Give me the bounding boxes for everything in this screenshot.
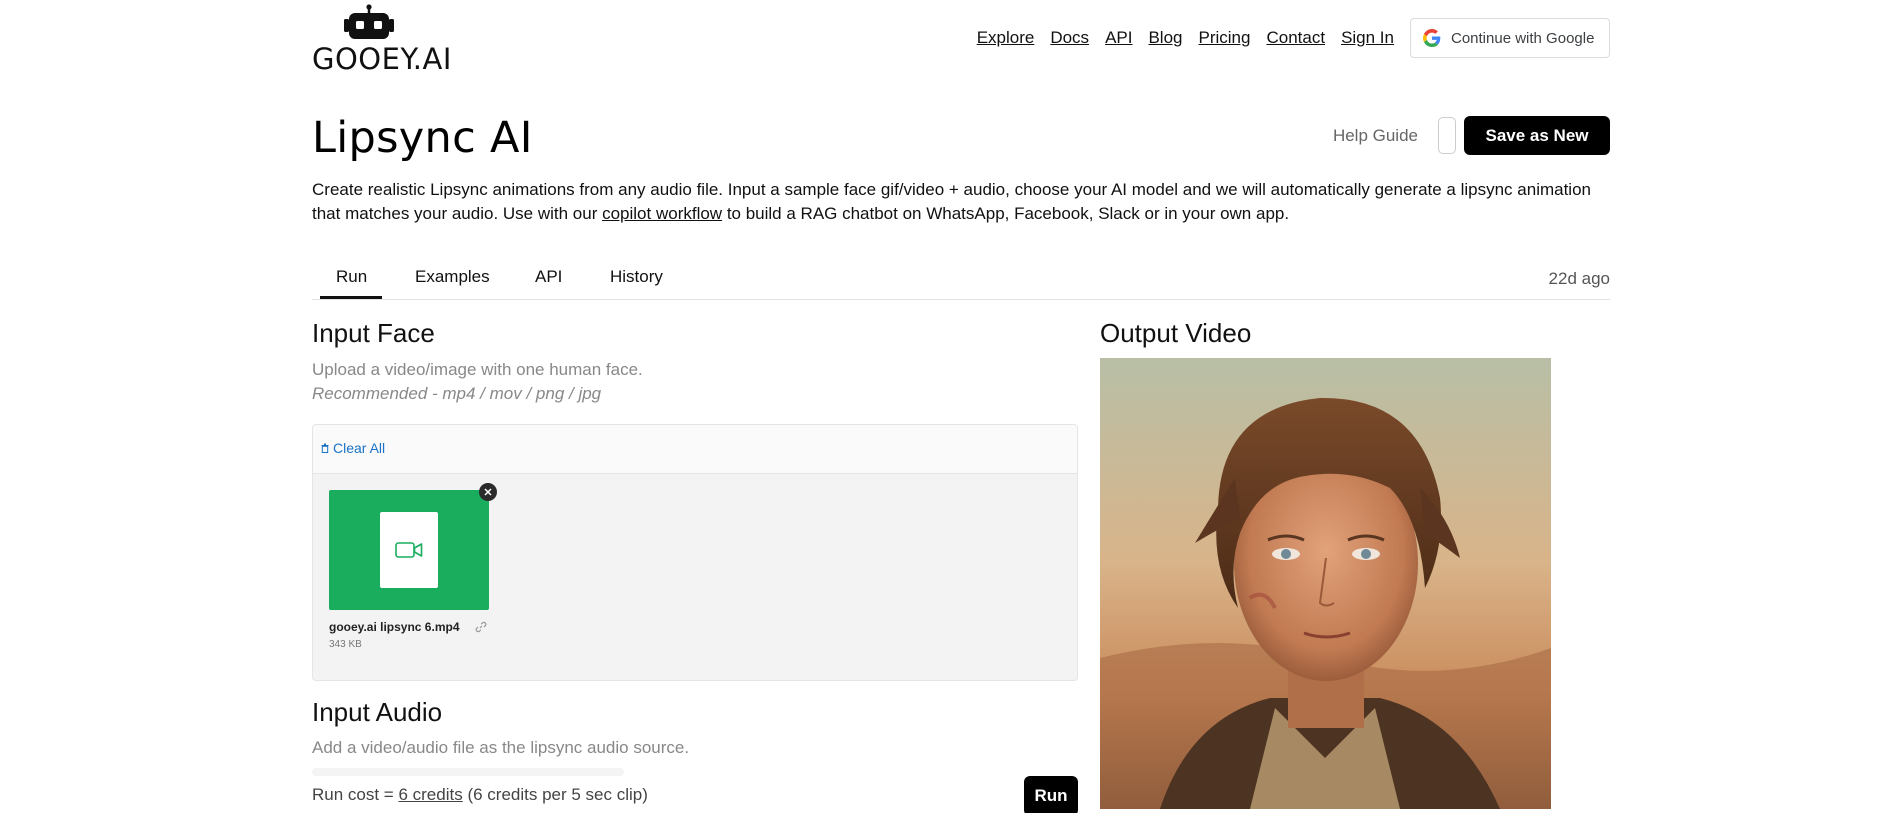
nav-api[interactable]: API <box>1105 28 1132 48</box>
video-camera-icon <box>395 542 423 558</box>
tab-bar: Run Examples API History 22d ago <box>312 262 1610 300</box>
options-toggle[interactable] <box>1438 117 1456 154</box>
nav-sign-in[interactable]: Sign In <box>1341 28 1394 48</box>
help-guide-link[interactable]: Help Guide <box>1333 126 1418 146</box>
input-audio-help: Add a video/audio file as the lipsync au… <box>312 738 690 757</box>
tab-api[interactable]: API <box>535 267 562 287</box>
gooey-logo[interactable]: GOOEY.AI <box>312 4 462 76</box>
upload-panel-header: Clear All <box>313 425 1077 474</box>
copilot-workflow-link[interactable]: copilot workflow <box>602 204 722 223</box>
google-icon <box>1423 29 1441 47</box>
input-face-title: Input Face <box>312 318 435 348</box>
trash-icon <box>321 443 329 453</box>
file-card <box>380 512 438 588</box>
faded-content-line <box>312 768 624 776</box>
nav-explore[interactable]: Explore <box>977 28 1035 48</box>
google-button-label: Continue with Google <box>1451 29 1595 47</box>
run-button[interactable]: Run <box>1024 776 1078 813</box>
robot-logo-icon <box>344 4 394 39</box>
tab-run[interactable]: Run <box>336 267 367 287</box>
run-cost: Run cost = 6 credits (6 credits per 5 se… <box>312 785 648 805</box>
page-container: GOOEY.AI Explore Docs API Blog Pricing C… <box>312 0 1610 813</box>
run-cost-suffix: (6 credits per 5 sec clip) <box>462 785 648 804</box>
output-video-player[interactable] <box>1100 358 1551 809</box>
nav-contact[interactable]: Contact <box>1266 28 1325 48</box>
tab-history[interactable]: History <box>610 267 663 287</box>
output-video-frame <box>1100 358 1551 809</box>
credits-link[interactable]: 6 credits <box>398 785 462 804</box>
output-video-title: Output Video <box>1100 318 1252 348</box>
save-as-new-button[interactable]: Save as New <box>1464 116 1610 155</box>
page-description: Create realistic Lipsync animations from… <box>312 178 1610 226</box>
nav-blog[interactable]: Blog <box>1148 28 1182 48</box>
page-title: Lipsync AI <box>312 113 533 163</box>
input-face-recommended: Recommended - mp4 / mov / png / jpg <box>312 384 602 403</box>
tab-examples[interactable]: Examples <box>415 267 490 287</box>
clear-all-button[interactable]: Clear All <box>321 440 385 456</box>
remove-file-button[interactable] <box>479 483 497 501</box>
uploaded-file-thumbnail[interactable] <box>329 490 489 610</box>
active-tab-indicator <box>320 296 382 299</box>
link-icon[interactable] <box>475 621 487 633</box>
clear-all-label: Clear All <box>333 440 386 456</box>
continue-with-google-button[interactable]: Continue with Google <box>1410 18 1610 58</box>
last-updated-timestamp: 22d ago <box>1548 269 1610 288</box>
input-audio-title: Input Audio <box>312 697 443 727</box>
input-face-help: Upload a video/image with one human face… <box>312 360 643 379</box>
title-actions: Help Guide Save as New <box>1333 116 1610 155</box>
nav-docs[interactable]: Docs <box>1050 28 1089 48</box>
uploaded-file-size: 343 KB <box>329 639 362 650</box>
close-icon <box>484 488 492 496</box>
logo-text: GOOEY.AI <box>312 42 452 76</box>
run-cost-prefix: Run cost = <box>312 785 399 804</box>
nav-pricing[interactable]: Pricing <box>1199 28 1251 48</box>
input-face-upload-panel[interactable]: Clear All gooey.ai lipsync 6.mp4 343 KB <box>312 424 1078 681</box>
uploaded-file-name: gooey.ai lipsync 6.mp4 <box>329 620 460 634</box>
top-nav: Explore Docs API Blog Pricing Contact Si… <box>977 18 1610 58</box>
description-text-end: to build a RAG chatbot on WhatsApp, Face… <box>722 204 1290 223</box>
